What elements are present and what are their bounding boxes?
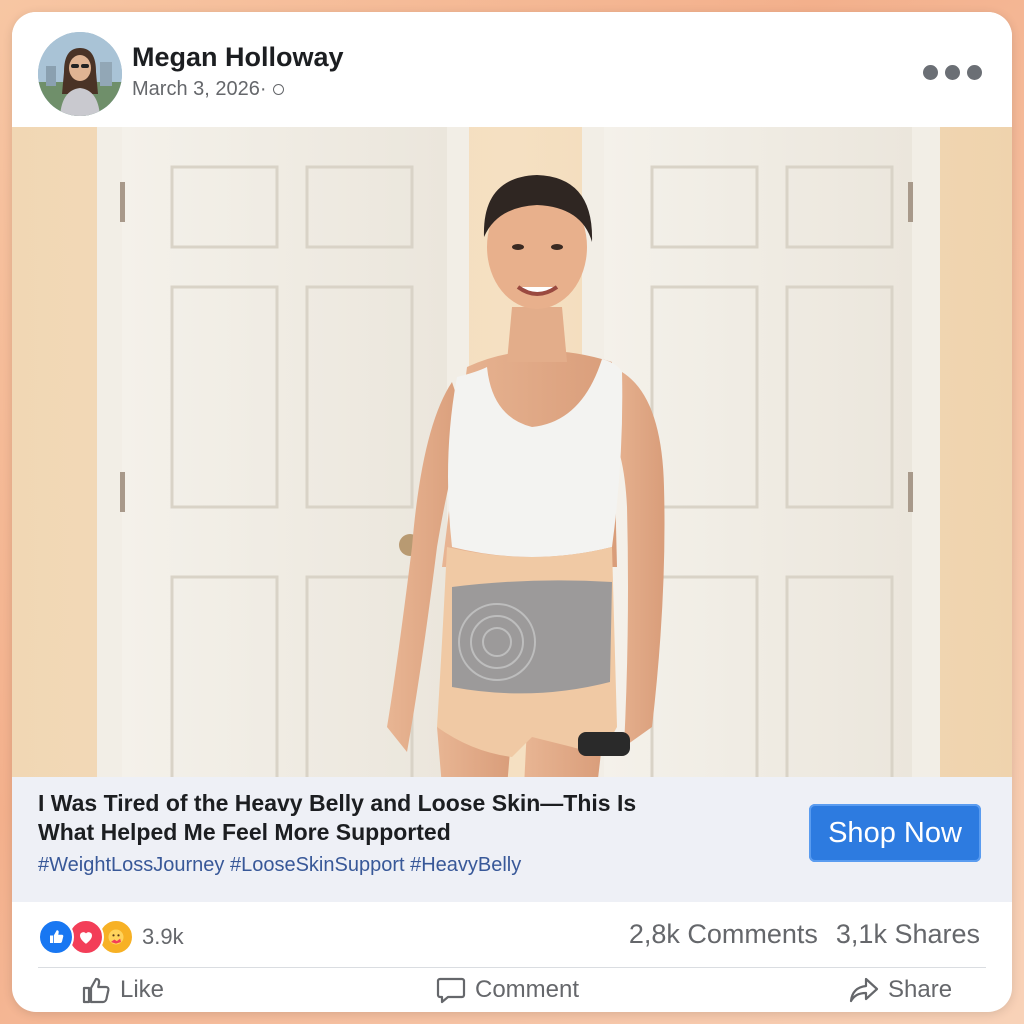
shop-now-button[interactable]: Shop Now (809, 804, 981, 862)
share-label: Share (888, 976, 953, 1003)
action-bar: Like Comment Share (12, 968, 1012, 1012)
like-reaction-icon (38, 919, 74, 955)
post-date-text: March 3, 2026· (132, 78, 267, 100)
ad-headline-line2: What Helped Me Feel More Supported (38, 819, 451, 845)
post-card: Megan Holloway March 3, 2026· I Was Tire… (12, 12, 1012, 1012)
like-button[interactable]: Like (80, 968, 164, 1012)
reaction-count: 3.9k (142, 924, 184, 949)
comment-button[interactable]: Comment (435, 968, 579, 1012)
ad-headline[interactable]: I Was Tired of the Heavy Belly and Loose… (38, 789, 778, 847)
comments-count[interactable]: 2,8k Comments (629, 919, 818, 950)
author-name[interactable]: Megan Holloway (132, 42, 344, 73)
shares-count[interactable]: 3,1k Shares (836, 919, 980, 950)
more-options-button[interactable] (923, 65, 982, 80)
comment-label: Comment (475, 976, 580, 1003)
reactions-summary[interactable]: 3.9k (38, 919, 184, 955)
post-date: March 3, 2026· (132, 78, 284, 101)
post-stats: 3.9k 2,8k Comments 3,1k Shares (12, 902, 1012, 962)
like-label: Like (120, 976, 165, 1003)
post-header: Megan Holloway March 3, 2026· (12, 12, 1012, 127)
share-button[interactable]: Share (848, 968, 952, 1012)
hashtags[interactable]: #WeightLossJourney #LooseSkinSupport #He… (38, 854, 521, 877)
share-arrow-icon (849, 977, 879, 1003)
ad-headline-line1: I Was Tired of the Heavy Belly and Loose… (38, 790, 637, 816)
more-horizontal-icon (923, 65, 938, 80)
comment-bubble-icon (436, 977, 466, 1004)
thumbs-up-icon (82, 977, 110, 1004)
ad-caption-bar: I Was Tired of the Heavy Belly and Loose… (12, 777, 1012, 902)
post-image[interactable] (12, 127, 1012, 787)
globe-icon (272, 84, 284, 95)
avatar[interactable] (38, 32, 122, 116)
